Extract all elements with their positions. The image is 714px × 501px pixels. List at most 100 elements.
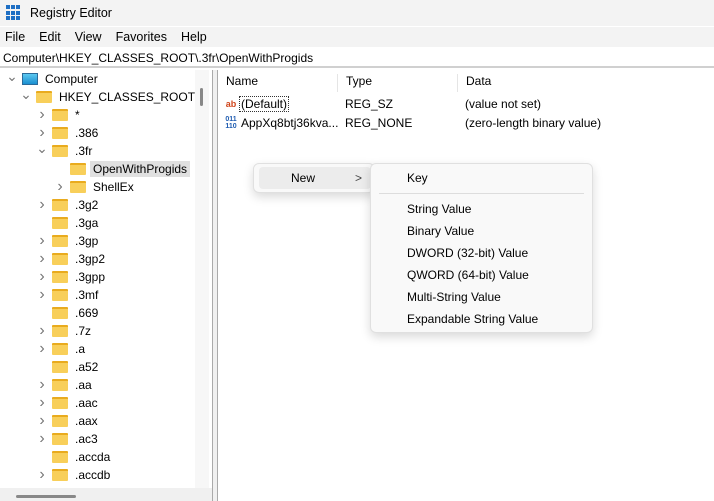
menu-favorites[interactable]: Favorites <box>111 27 167 47</box>
folder-icon <box>52 343 68 355</box>
chevron-right-icon[interactable]: › <box>36 196 48 214</box>
tree-item-label: .3gp <box>75 234 99 248</box>
value-data: (zero-length binary value) <box>465 116 602 130</box>
value-type: REG_SZ <box>345 97 394 111</box>
value-data: (value not set) <box>465 97 542 111</box>
tree-item-label: .a52 <box>75 360 99 374</box>
folder-icon <box>70 181 86 193</box>
folder-icon <box>52 361 68 373</box>
tree-item[interactable]: ⌄ .3fr <box>36 140 95 160</box>
chevron-right-icon[interactable]: › <box>36 340 48 358</box>
tree-item[interactable]: › .ac3 <box>36 430 101 448</box>
window-title: Registry Editor <box>30 6 112 20</box>
tree-item-label: HKEY_CLASSES_ROOT <box>59 90 196 104</box>
address-bar[interactable]: Computer\HKEY_CLASSES_ROOT\.3fr\OpenWith… <box>0 48 714 68</box>
chevron-right-icon[interactable]: › <box>36 376 48 394</box>
new-submenu: Key String Value Binary Value DWORD (32-bi… <box>370 163 593 333</box>
tree-item[interactable]: .a52 <box>36 358 101 376</box>
tree-item[interactable]: › .accdb <box>36 466 113 484</box>
folder-icon <box>52 199 68 211</box>
folder-icon <box>52 415 68 427</box>
folder-icon <box>52 325 68 337</box>
menu-file[interactable]: File <box>0 27 25 47</box>
tree-item[interactable]: › .aac <box>36 394 101 412</box>
tree-item-label: .aac <box>75 396 98 410</box>
menu-item-binary-value[interactable]: Binary Value <box>371 220 592 242</box>
value-name[interactable]: AppXq8btj36kva... <box>241 116 338 130</box>
tree-item[interactable]: › .7z <box>36 322 94 340</box>
tree-item[interactable]: › .3mf <box>36 286 101 304</box>
tree-item[interactable]: › .3gp2 <box>36 250 108 268</box>
menu-bar: File Edit View Favorites Help <box>0 27 714 47</box>
tree-item-label: .3gp2 <box>75 252 106 266</box>
tree-vertical-scrollbar[interactable] <box>195 70 209 488</box>
chevron-right-icon[interactable]: › <box>36 268 48 286</box>
column-header-name[interactable]: Name <box>218 74 338 92</box>
chevron-down-icon[interactable]: ⌄ <box>6 70 18 85</box>
chevron-right-icon[interactable]: › <box>36 232 48 250</box>
chevron-right-icon[interactable]: › <box>36 412 48 430</box>
tree-item[interactable]: › * <box>36 106 83 124</box>
tree-item[interactable]: .3ga <box>36 214 101 232</box>
chevron-right-icon[interactable]: › <box>54 178 66 196</box>
key-tree[interactable]: ⌄ Computer ⌄ HKEY_CLASSES_ROOT › * › .386 ⌄ .3fr O… <box>0 70 212 488</box>
folder-icon <box>52 451 68 463</box>
menu-separator <box>379 193 584 194</box>
tree-item[interactable]: › .a <box>36 340 88 358</box>
tree-item[interactable]: .accda <box>36 448 113 466</box>
chevron-down-icon[interactable]: ⌄ <box>36 140 48 157</box>
scroll-thumb[interactable] <box>200 88 203 106</box>
chevron-right-icon[interactable]: › <box>36 322 48 340</box>
chevron-right-icon[interactable]: › <box>36 430 48 448</box>
menu-item-label: New <box>291 171 316 185</box>
tree-item-label: .669 <box>75 306 99 320</box>
folder-icon <box>52 145 68 157</box>
menu-view[interactable]: View <box>70 27 102 47</box>
menu-edit[interactable]: Edit <box>34 27 61 47</box>
tree-item[interactable]: › .aa <box>36 376 95 394</box>
tree-item[interactable]: › .3g2 <box>36 196 101 214</box>
menu-help[interactable]: Help <box>176 27 207 47</box>
column-header-type[interactable]: Type <box>338 74 458 92</box>
tree-item[interactable]: › .3gpp <box>36 268 108 286</box>
tree-item-label: ShellEx <box>93 180 134 194</box>
folder-icon <box>52 127 68 139</box>
column-header-data[interactable]: Data <box>458 74 708 92</box>
value-name[interactable]: (Default) <box>238 96 290 112</box>
menu-item-string-value[interactable]: String Value <box>371 198 592 220</box>
menu-item-new[interactable]: New > <box>259 167 371 189</box>
chevron-right-icon[interactable]: › <box>36 250 48 268</box>
folder-icon <box>52 379 68 391</box>
tree-item-label: .ac3 <box>75 432 98 446</box>
tree-item[interactable]: OpenWithProgids <box>54 160 191 178</box>
folder-icon <box>52 289 68 301</box>
tree-item-label: OpenWithProgids <box>90 161 191 177</box>
tree-item[interactable]: .669 <box>36 304 101 322</box>
tree-item-label: .3gpp <box>75 270 106 284</box>
scroll-thumb[interactable] <box>16 495 76 498</box>
title-bar: Registry Editor <box>0 0 714 26</box>
tree-item[interactable]: › .3gp <box>36 232 101 250</box>
chevron-right-icon: > <box>355 171 363 185</box>
menu-item-qword-64-bit-value[interactable]: QWORD (64-bit) Value <box>371 264 592 286</box>
menu-item-key[interactable]: Key <box>371 167 592 189</box>
tree-item-label: .7z <box>75 324 92 338</box>
tree-item[interactable]: ⌄ HKEY_CLASSES_ROOT <box>20 86 198 106</box>
menu-item-expandable-string-value[interactable]: Expandable String Value <box>371 308 592 330</box>
tree-item[interactable]: › ShellEx <box>54 178 137 196</box>
tree-item[interactable]: › .aax <box>36 412 101 430</box>
chevron-right-icon[interactable]: › <box>36 394 48 412</box>
value-type: REG_NONE <box>345 116 413 130</box>
chevron-down-icon[interactable]: ⌄ <box>20 86 32 103</box>
chevron-right-icon[interactable]: › <box>36 466 48 484</box>
tree-item-label: .386 <box>75 126 99 140</box>
tree-item-label: .aax <box>75 414 98 428</box>
folder-icon <box>52 235 68 247</box>
folder-icon <box>52 469 68 481</box>
menu-item-multi-string-value[interactable]: Multi-String Value <box>371 286 592 308</box>
chevron-right-icon[interactable]: › <box>36 286 48 304</box>
menu-item-dword-32-bit-value[interactable]: DWORD (32-bit) Value <box>371 242 592 264</box>
tree-horizontal-scrollbar[interactable] <box>0 488 212 501</box>
chevron-right-icon[interactable]: › <box>36 106 48 124</box>
folder-icon <box>36 91 52 103</box>
